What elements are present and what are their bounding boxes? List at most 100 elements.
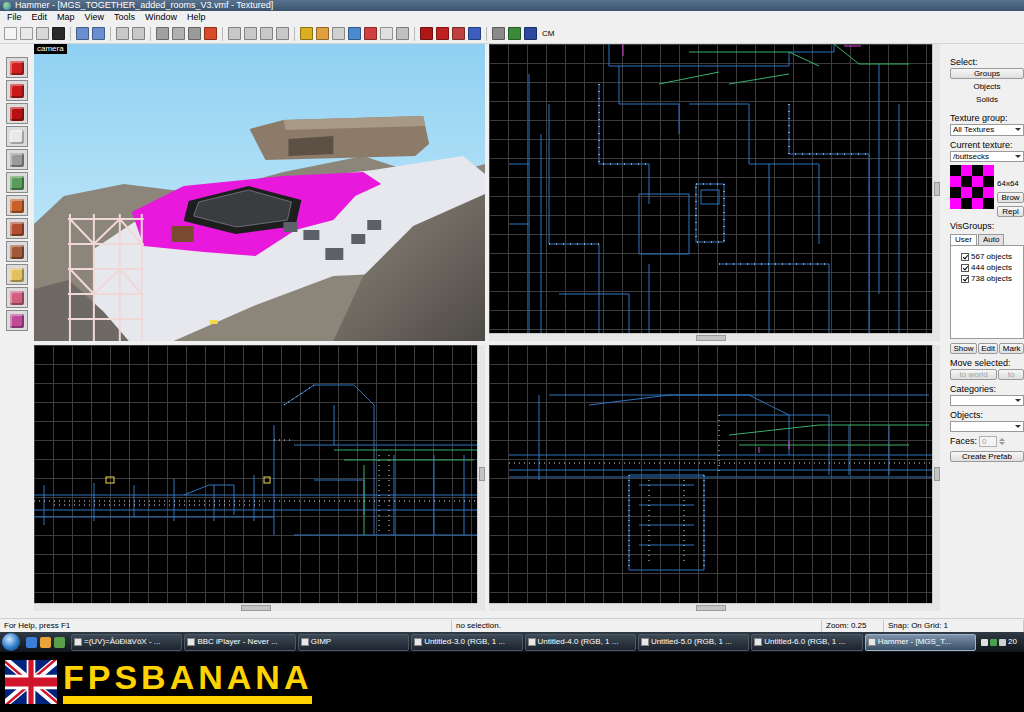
front-canvas[interactable] <box>34 345 477 603</box>
editor-tool-icon[interactable] <box>6 310 28 331</box>
tool-icon[interactable] <box>52 27 65 40</box>
taskbar-button[interactable]: Untitled-5.0 (RGB, 1 ... <box>638 634 749 651</box>
tool-icon[interactable] <box>332 27 345 40</box>
top-view[interactable] <box>489 44 940 341</box>
tool-icon[interactable] <box>36 27 49 40</box>
menu-item[interactable]: View <box>80 12 109 23</box>
taskbar-button[interactable]: GIMP <box>298 634 409 651</box>
tool-icon[interactable] <box>364 27 377 40</box>
tool-icon[interactable] <box>396 27 409 40</box>
tool-icon[interactable] <box>188 27 201 40</box>
objects-dropdown[interactable] <box>950 421 1024 432</box>
folder-icon[interactable] <box>40 637 51 648</box>
menu-item[interactable]: File <box>2 12 27 23</box>
editor-tool-icon[interactable] <box>6 241 28 262</box>
editor-tool-icon[interactable] <box>6 218 28 239</box>
tool-icon[interactable] <box>172 27 185 40</box>
menu-item[interactable]: Help <box>182 12 211 23</box>
camera-view[interactable]: camera <box>34 44 485 341</box>
desktop-icon[interactable] <box>26 637 37 648</box>
current-texture-dropdown[interactable]: /buttsecks <box>950 151 1024 163</box>
editor-tool-icon[interactable] <box>6 195 28 216</box>
brand-logo[interactable]: FPSBANANA <box>63 661 312 704</box>
tool-icon[interactable] <box>260 27 273 40</box>
tray-icon[interactable] <box>990 639 997 646</box>
select-groups-button[interactable]: Groups <box>950 68 1024 79</box>
tool-icon[interactable] <box>132 27 145 40</box>
editor-tool-icon[interactable] <box>6 287 28 308</box>
tray-icon[interactable] <box>999 639 1006 646</box>
visgroup-action-button[interactable]: Show <box>950 343 977 354</box>
visgroup-item[interactable]: 444 objects <box>961 263 1021 273</box>
visgroup-action-button[interactable]: Edit <box>978 343 999 354</box>
editor-tool-icon[interactable] <box>6 149 28 170</box>
taskbar-button[interactable]: Untitled-3.0 (RGB, 1 ... <box>411 634 522 651</box>
editor-tool-icon[interactable] <box>6 172 28 193</box>
select-solids-button[interactable]: Solids <box>950 94 1024 105</box>
tool-icon[interactable] <box>4 27 17 40</box>
tool-icon[interactable] <box>76 27 89 40</box>
tool-icon[interactable] <box>244 27 257 40</box>
menu-item[interactable]: Map <box>52 12 80 23</box>
faces-field[interactable]: 0 <box>979 436 997 447</box>
side-view[interactable] <box>489 345 940 611</box>
editor-tool-icon[interactable] <box>6 103 28 124</box>
faces-spinner[interactable] <box>999 438 1005 445</box>
tool-icon[interactable] <box>276 27 289 40</box>
visgroup-tab[interactable]: Auto <box>978 234 1004 245</box>
tool-icon[interactable] <box>20 27 33 40</box>
front-view[interactable] <box>34 345 485 611</box>
browse-button[interactable]: Brow <box>997 192 1024 203</box>
taskbar-button[interactable]: BBC iPlayer - Never ... <box>184 634 295 651</box>
tool-icon[interactable] <box>300 27 313 40</box>
menu-item[interactable]: Window <box>140 12 182 23</box>
tool-icon[interactable] <box>228 27 241 40</box>
create-prefab-button[interactable]: Create Prefab <box>950 451 1024 462</box>
visgroup-checkbox[interactable] <box>961 264 969 272</box>
horizontal-scrollbar[interactable] <box>34 603 477 611</box>
texture-group-dropdown[interactable]: All Textures <box>950 124 1024 136</box>
replace-button[interactable]: Repl <box>997 206 1024 217</box>
top-canvas[interactable] <box>489 44 932 333</box>
cm-button[interactable]: CM <box>540 29 556 39</box>
menu-item[interactable]: Tools <box>109 12 140 23</box>
vertical-scrollbar[interactable] <box>932 345 940 603</box>
taskbar-button[interactable]: Untitled-6.0 (RGB, 1 ... <box>751 634 862 651</box>
tool-icon[interactable] <box>508 27 521 40</box>
visgroup-item[interactable]: 738 objects <box>961 274 1021 284</box>
editor-tool-icon[interactable] <box>6 264 28 285</box>
horizontal-scrollbar[interactable] <box>489 603 932 611</box>
visgroup-checkbox[interactable] <box>961 275 969 283</box>
tool-icon[interactable] <box>116 27 129 40</box>
tool-icon[interactable] <box>380 27 393 40</box>
tool-icon[interactable] <box>524 27 537 40</box>
visgroup-checkbox[interactable] <box>961 253 969 261</box>
visgroup-action-button[interactable]: Mark <box>999 343 1024 354</box>
clock[interactable]: 20 <box>1008 637 1017 647</box>
tool-icon[interactable] <box>420 27 433 40</box>
categories-dropdown[interactable] <box>950 395 1024 406</box>
tray-icon[interactable] <box>981 639 988 646</box>
taskbar-button[interactable]: Untitled-4.0 (RGB, 1 ... <box>525 634 636 651</box>
horizontal-scrollbar[interactable] <box>489 333 932 341</box>
menu-item[interactable]: Edit <box>27 12 53 23</box>
tool-icon[interactable] <box>316 27 329 40</box>
tool-icon[interactable] <box>92 27 105 40</box>
editor-tool-icon[interactable] <box>6 80 28 101</box>
visgroup-tab[interactable]: User <box>950 234 977 245</box>
tool-icon[interactable] <box>436 27 449 40</box>
tool-icon[interactable] <box>204 27 217 40</box>
taskbar-button[interactable]: Hammer - [MGS_T... <box>865 634 976 651</box>
browser-icon[interactable] <box>54 637 65 648</box>
start-orb-icon[interactable] <box>2 633 20 651</box>
select-objects-button[interactable]: Objects <box>950 81 1024 92</box>
tool-icon[interactable] <box>492 27 505 40</box>
editor-tool-icon[interactable] <box>6 57 28 78</box>
vertical-scrollbar[interactable] <box>932 44 940 333</box>
vertical-scrollbar[interactable] <box>477 345 485 603</box>
side-canvas[interactable] <box>489 345 932 603</box>
tool-icon[interactable] <box>468 27 481 40</box>
tool-icon[interactable] <box>156 27 169 40</box>
taskbar-button[interactable]: =(UV)=ÂûÐiäVôX - ... <box>71 634 182 651</box>
tool-icon[interactable] <box>348 27 361 40</box>
